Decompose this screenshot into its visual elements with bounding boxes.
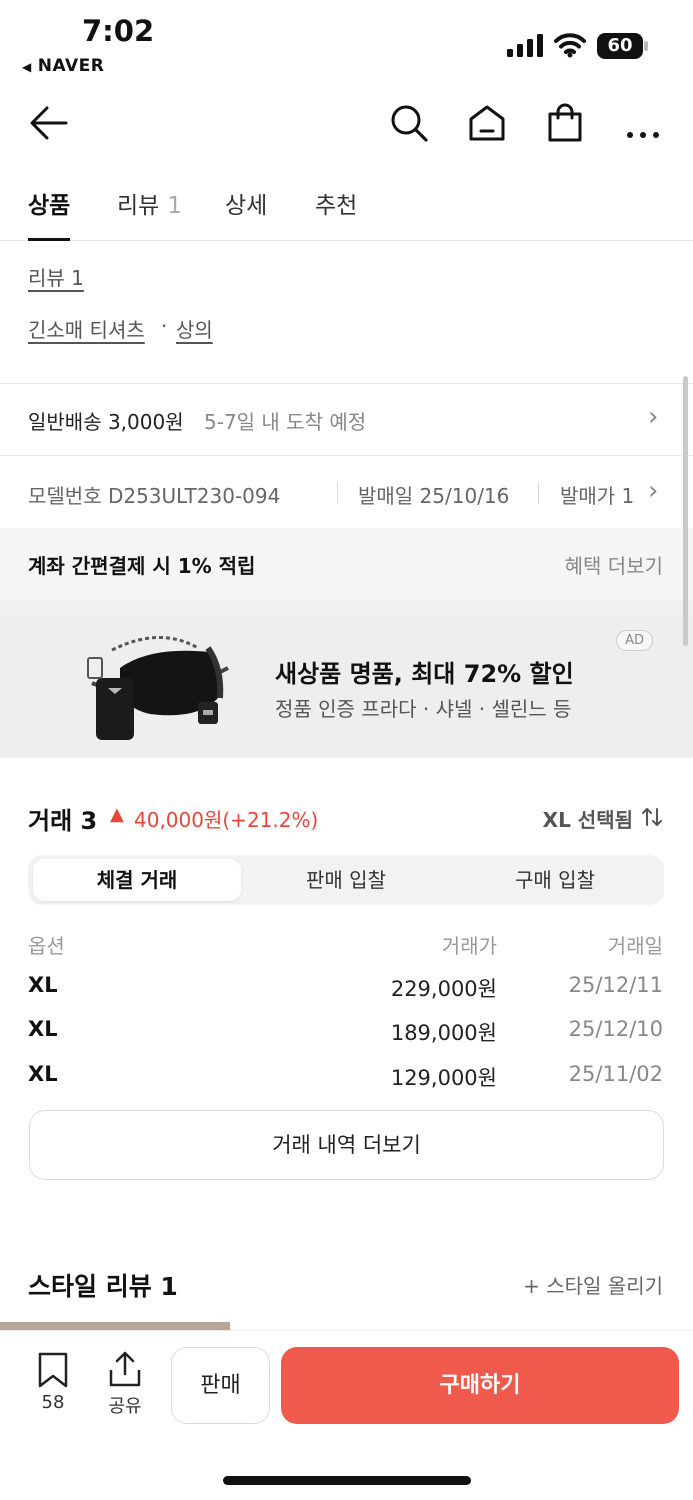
sell-button[interactable]: 판매 [171,1347,270,1424]
release-date: 발매일 25/10/16 [358,484,510,508]
tab-label: 상품 [28,193,71,219]
tab-recommend[interactable]: 추천 [315,186,357,241]
trades-title: 거래 3 [28,807,98,835]
category-link-longsleeve[interactable]: 긴소매 티셔츠 [28,314,145,343]
status-bar: 7:02 ◀ NAVER 60 [0,0,693,84]
back-arrow-icon[interactable] [28,102,70,144]
wishlist-count: 58 [41,1392,65,1413]
benefit-more-link[interactable]: 혜택 더보기 [565,550,663,579]
style-review-title: 스타일 리뷰 1 [28,1272,178,1301]
model-number: 모델번호 D253ULT230-094 [28,484,281,508]
more-icon[interactable] [624,102,664,144]
category-link-top[interactable]: 상의 [176,314,213,343]
tab-count: 1 [167,193,182,219]
section-gap [0,600,693,618]
tab-label: 추천 [315,193,358,219]
tab-label: 상세 [225,193,268,219]
trade-date: 25/11/02 [568,1062,663,1086]
tab-review[interactable]: 리뷰 1 [117,186,182,241]
segment-sell-bids[interactable]: 판매 입찰 [242,859,450,901]
buy-button[interactable]: 구매하기 [281,1347,679,1424]
trade-price: 229,000원 [390,977,497,1001]
battery-tip [644,41,648,51]
shipping-label: 일반배송 3,000원 [28,410,184,434]
section-tabs: 상품 리뷰 1 상세 추천 [0,176,693,241]
segment-buy-bids[interactable]: 구매 입찰 [451,859,659,901]
tab-product[interactable]: 상품 [28,186,71,241]
sort-arrows-icon [642,808,662,826]
trade-price: 189,000원 [390,1021,497,1045]
status-time: 7:02 [82,14,155,48]
spec-divider [337,482,338,504]
trade-option: XL [28,1017,58,1041]
wifi-icon [554,33,586,58]
handbag-image [87,636,229,740]
scrollbar[interactable] [683,376,688,646]
ad-subtitle: 정품 인증 프라다 · 샤넬 · 셀린느 등 [275,697,572,721]
ad-title: 새상품 명품, 최대 72% 할인 [275,660,574,688]
column-header-price: 거래가 [441,934,497,958]
price-change: 40,000원(+21.2%) [134,808,319,832]
divider [0,383,693,384]
release-price: 발매가 1 [560,484,635,508]
ad-banner[interactable]: 새상품 명품, 최대 72% 할인 정품 인증 프라다 · 샤넬 · 셀린느 등… [0,618,693,758]
home-indicator[interactable] [223,1476,471,1485]
battery-icon: 60 [597,33,649,59]
benefit-banner: 계좌 간편결제 시 1% 적립 혜택 더보기 [0,528,693,600]
battery-level: 60 [597,33,643,59]
tab-label: 리뷰 [117,193,160,219]
trade-history-more-button[interactable]: 거래 내역 더보기 [29,1110,664,1180]
chevron-right-icon: › [648,402,659,432]
cellular-signal-icon [507,34,543,57]
shopping-bag-icon[interactable] [544,102,586,144]
share-icon [109,1351,141,1387]
trade-option: XL [28,1062,58,1086]
search-icon[interactable] [388,102,430,144]
back-triangle-icon: ◀ [22,60,32,74]
bookmark-icon [38,1352,68,1388]
trade-type-segment: 체결 거래 판매 입찰 구매 입찰 [28,855,664,905]
category-separator: · [161,314,168,338]
review-count-link[interactable]: 리뷰 1 [28,262,84,291]
trade-price: 129,000원 [390,1066,497,1090]
ad-badge: AD [616,630,653,651]
trade-date: 25/12/11 [568,973,663,997]
column-header-option: 옵션 [28,934,65,958]
top-nav [0,90,693,156]
price-up-icon: ▲ [110,804,124,825]
size-selected-label: XL 선택됨 [542,808,633,832]
share-label: 공유 [108,1396,142,1417]
benefit-text: 계좌 간편결제 시 1% 적립 [28,554,256,578]
trade-date: 25/12/10 [568,1017,663,1041]
divider [0,455,693,456]
trade-option: XL [28,973,58,997]
back-to-app-link[interactable]: ◀ NAVER [22,56,104,76]
back-app-label: NAVER [37,56,105,76]
segment-completed-trades[interactable]: 체결 거래 [33,859,241,901]
home-icon[interactable] [466,102,508,144]
column-header-date: 거래일 [607,934,663,958]
chevron-right-icon: › [648,476,659,506]
upload-style-link[interactable]: + 스타일 올리기 [523,1270,663,1299]
spec-divider [538,482,539,504]
shipping-eta: 5-7일 내 도착 예정 [204,410,367,434]
tab-detail[interactable]: 상세 [225,186,267,241]
